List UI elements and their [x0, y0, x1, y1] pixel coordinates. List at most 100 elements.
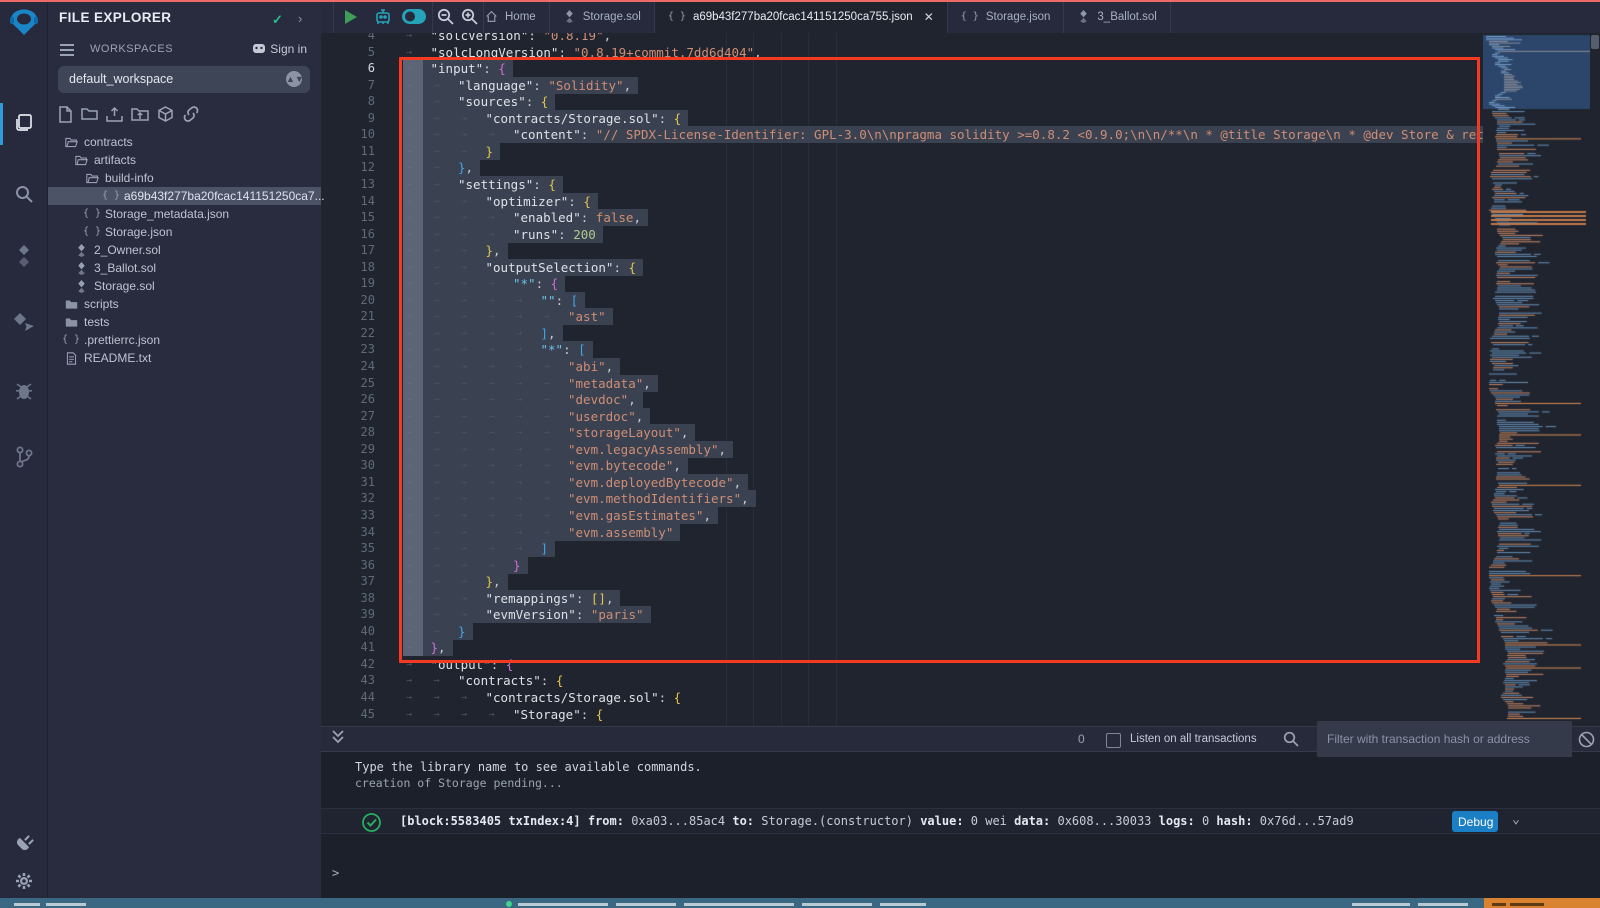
braces-icon: { } — [102, 187, 120, 205]
transaction-filter-input[interactable] — [1317, 721, 1572, 757]
line-number: 12 — [340, 159, 375, 176]
tab-storage-json[interactable]: { }Storage.json — [948, 0, 1065, 33]
code-editor[interactable]: 4→"solcVersion": "0.8.19",5→"solcLongVer… — [320, 33, 1600, 726]
tree-item-a69b43f277ba20fcac141151250ca7-[interactable]: { }a69b43f277ba20fcac141151250ca7... — [48, 187, 321, 205]
ipfs-box-icon[interactable] — [157, 106, 174, 123]
line-number: 24 — [340, 358, 375, 375]
line-number: 6 — [340, 60, 375, 77]
deploy-run-icon[interactable] — [0, 311, 47, 337]
sign-in-button[interactable]: Sign in — [252, 42, 307, 56]
line-number: 34 — [340, 524, 375, 541]
code-line[interactable]: 4→"solcVersion": "0.8.19", — [320, 33, 1483, 44]
tab-label: Home — [505, 11, 536, 23]
tree-item-3-ballot-sol[interactable]: 3_Ballot.sol — [48, 259, 321, 277]
panel-title: FILE EXPLORER — [59, 10, 171, 25]
tree-item-label: build-info — [105, 169, 154, 187]
tree-item-2-owner-sol[interactable]: 2_Owner.sol — [48, 241, 321, 259]
tab-a69b43f277ba20fcac141151250ca755-json[interactable]: { }a69b43f277ba20fcac141151250ca755.json… — [655, 0, 948, 33]
debug-button[interactable]: Debug — [1452, 811, 1498, 832]
tree-item-storage-metadata-json[interactable]: { }Storage_metadata.json — [48, 205, 321, 223]
workspace-select[interactable]: default_workspace ▲▼ — [58, 66, 310, 93]
listen-transactions-checkbox[interactable] — [1106, 733, 1121, 748]
line-number: 41 — [340, 639, 375, 656]
window-top-accent-line — [0, 0, 1600, 2]
terminal-header: 0 Listen on all transactions — [320, 726, 1600, 752]
line-number: 20 — [340, 292, 375, 309]
minimap[interactable] — [1483, 33, 1590, 726]
tree-item-tests[interactable]: tests — [48, 313, 321, 331]
tree-item-scripts[interactable]: scripts — [48, 295, 321, 313]
code-line[interactable]: 44→→→"contracts/Storage.sol": { — [320, 689, 1483, 706]
remix-logo-icon[interactable] — [0, 6, 47, 38]
code-line[interactable]: 43 →→"contracts": { — [320, 672, 1483, 689]
tx-summary-text: [block:5583405 txIndex:4] from: 0xa03...… — [400, 814, 1354, 828]
editor-scrollbar[interactable] — [1590, 33, 1600, 726]
tree-item--prettierrc-json[interactable]: { }.prettierrc.json — [48, 331, 321, 349]
terminal-prompt[interactable]: > — [332, 866, 339, 880]
tree-item-contracts[interactable]: contracts — [48, 133, 321, 151]
expand-terminal-icon[interactable] — [332, 730, 344, 744]
line-number: 38 — [340, 590, 375, 607]
tab-whitespace-arrow: → — [434, 672, 440, 689]
line-number: 28 — [340, 424, 375, 441]
tx-expand-chevron-icon[interactable]: ⌄ — [1512, 812, 1520, 827]
toggle-icon — [401, 8, 427, 25]
line-number: 18 — [340, 259, 375, 276]
file-explorer-icon[interactable] — [0, 108, 47, 138]
link-icon[interactable] — [182, 106, 200, 122]
plugin-manager-icon[interactable] — [0, 830, 47, 856]
search-icon[interactable] — [0, 181, 47, 207]
new-folder-icon[interactable] — [81, 106, 98, 121]
line-number: 29 — [340, 441, 375, 458]
line-number: 43 — [340, 672, 375, 689]
tree-item-storage-sol[interactable]: Storage.sol — [48, 277, 321, 295]
workspaces-label: WORKSPACES — [90, 43, 173, 55]
line-content: →→→"contracts/Storage.sol": { — [403, 689, 681, 706]
tab-label: 3_Ballot.sol — [1097, 11, 1156, 23]
git-icon[interactable] — [0, 444, 47, 470]
file-explorer-toolbar — [58, 106, 200, 123]
scam-alert-badge[interactable] — [1484, 898, 1600, 908]
transaction-log-row[interactable]: [block:5583405 txIndex:4] from: 0xa03...… — [320, 808, 1600, 834]
line-content: →"solcVersion": "0.8.19", — [403, 33, 611, 44]
run-script-button[interactable] — [336, 0, 366, 33]
tab-label: Storage.json — [986, 11, 1051, 23]
tree-item-label: scripts — [84, 295, 119, 313]
tab-3-ballot-sol[interactable]: 3_Ballot.sol — [1064, 0, 1170, 33]
tab-whitespace-arrow: → — [406, 706, 412, 723]
code-line[interactable]: 45→→→→"Storage": { — [320, 706, 1483, 723]
workspace-select-toggle-icon[interactable]: ▲▼ — [286, 71, 302, 87]
upload-file-icon[interactable] — [106, 106, 123, 123]
scrollbar-thumb[interactable] — [1591, 35, 1599, 49]
solidity-compiler-icon[interactable] — [0, 243, 47, 269]
tab-label: a69b43f277ba20fcac141151250ca755.json — [693, 11, 913, 23]
line-number: 5 — [340, 44, 375, 61]
braces-icon: { } — [62, 331, 80, 349]
tree-item-build-info[interactable]: build-info — [48, 169, 321, 187]
tree-item-storage-json[interactable]: { }Storage.json — [48, 223, 321, 241]
close-tab-icon[interactable]: ✕ — [924, 10, 934, 24]
folder-open-icon — [75, 154, 88, 167]
tree-item-readme-txt[interactable]: README.txt — [48, 349, 321, 367]
new-file-icon[interactable] — [58, 106, 73, 123]
upload-folder-icon[interactable] — [131, 106, 149, 122]
line-number: 8 — [340, 93, 375, 110]
settings-gear-icon[interactable] — [0, 868, 47, 894]
clear-console-icon[interactable] — [1578, 731, 1595, 748]
github-icon — [252, 42, 266, 55]
tab-whitespace-arrow: → — [434, 689, 440, 706]
doc-icon — [65, 352, 78, 365]
tab-home[interactable]: Home — [472, 0, 550, 33]
play-icon — [344, 9, 358, 25]
debugger-icon[interactable] — [0, 378, 47, 404]
terminal-line: creation of Storage pending... — [355, 776, 563, 790]
tab-storage-sol[interactable]: Storage.sol — [550, 0, 655, 33]
remix-ai-assistant-button[interactable] — [370, 0, 396, 33]
tree-item-artifacts[interactable]: artifacts — [48, 151, 321, 169]
line-content: →→"contracts": { — [403, 672, 563, 689]
hamburger-menu-icon[interactable] — [59, 43, 75, 57]
zoom-out-icon — [437, 8, 454, 25]
ai-copilot-toggle[interactable] — [398, 0, 430, 33]
zoom-out-button[interactable] — [434, 0, 456, 33]
chevron-right-icon[interactable]: › — [298, 11, 302, 26]
